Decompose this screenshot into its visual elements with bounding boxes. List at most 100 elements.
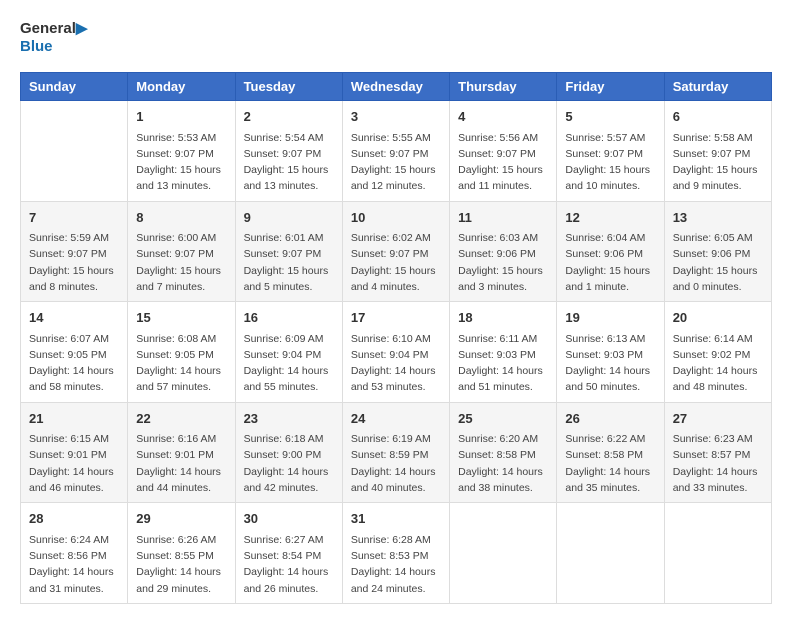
- col-header-monday: Monday: [128, 73, 235, 101]
- day-cell: 24Sunrise: 6:19 AMSunset: 8:59 PMDayligh…: [342, 402, 449, 503]
- day-cell: 15 Sunrise: 6:08 AMSunset: 9:05 PMDayligh…: [128, 302, 235, 403]
- day-cell: 8Sunrise: 6:00 AMSunset: 9:07 PMDaylight…: [128, 201, 235, 302]
- header-row: SundayMondayTuesdayWednesdayThursdayFrid…: [21, 73, 772, 101]
- day-number: 7: [29, 208, 119, 228]
- page-header: General▶ Blue: [20, 20, 772, 56]
- day-info: Sunrise: 6:01 AMSunset: 9:07 PMDaylight:…: [244, 230, 334, 295]
- day-cell: 31 Sunrise: 6:28 AMSunset: 8:53 PMDayligh…: [342, 503, 449, 604]
- day-cell: 25Sunrise: 6:20 AMSunset: 8:58 PMDayligh…: [450, 402, 557, 503]
- day-number: 12: [565, 208, 655, 228]
- day-cell: [664, 503, 771, 604]
- col-header-friday: Friday: [557, 73, 664, 101]
- day-info: Sunrise: 5:57 AMSunset: 9:07 PMDaylight:…: [565, 130, 655, 195]
- day-info: Sunrise: 5:55 AMSunset: 9:07 PMDaylight:…: [351, 130, 441, 195]
- day-number: 14: [29, 308, 119, 328]
- col-header-tuesday: Tuesday: [235, 73, 342, 101]
- day-cell: 11Sunrise: 6:03 AMSunset: 9:06 PMDayligh…: [450, 201, 557, 302]
- week-row-1: 1 Sunrise: 5:53 AMSunset: 9:07 PMDaylight…: [21, 101, 772, 202]
- logo-text: General▶ Blue: [20, 20, 87, 56]
- day-info: Sunrise: 6:02 AMSunset: 9:07 PMDaylight:…: [351, 230, 441, 295]
- day-cell: 22Sunrise: 6:16 AMSunset: 9:01 PMDayligh…: [128, 402, 235, 503]
- day-cell: [21, 101, 128, 202]
- day-info: Sunrise: 5:59 AMSunset: 9:07 PMDaylight:…: [29, 230, 119, 295]
- day-number: 3: [351, 107, 441, 127]
- day-cell: 12Sunrise: 6:04 AMSunset: 9:06 PMDayligh…: [557, 201, 664, 302]
- day-info: Sunrise: 5:54 AMSunset: 9:07 PMDaylight:…: [244, 130, 334, 195]
- day-number: 8: [136, 208, 226, 228]
- week-row-2: 7Sunrise: 5:59 AMSunset: 9:07 PMDaylight…: [21, 201, 772, 302]
- day-number: 24: [351, 409, 441, 429]
- day-info: Sunrise: 6:24 AMSunset: 8:56 PMDaylight:…: [29, 532, 119, 597]
- day-cell: 19Sunrise: 6:13 AMSunset: 9:03 PMDayligh…: [557, 302, 664, 403]
- day-number: 1: [136, 107, 226, 127]
- day-number: 26: [565, 409, 655, 429]
- day-info: Sunrise: 6:26 AMSunset: 8:55 PMDaylight:…: [136, 532, 226, 597]
- day-number: 2: [244, 107, 334, 127]
- day-info: Sunrise: 5:58 AMSunset: 9:07 PMDaylight:…: [673, 130, 763, 195]
- day-number: 17: [351, 308, 441, 328]
- col-header-sunday: Sunday: [21, 73, 128, 101]
- day-info: Sunrise: 6:13 AMSunset: 9:03 PMDaylight:…: [565, 331, 655, 396]
- day-cell: 29 Sunrise: 6:26 AMSunset: 8:55 PMDayligh…: [128, 503, 235, 604]
- day-number: 23: [244, 409, 334, 429]
- day-info: Sunrise: 6:00 AMSunset: 9:07 PMDaylight:…: [136, 230, 226, 295]
- day-number: 4: [458, 107, 548, 127]
- day-info: Sunrise: 6:19 AMSunset: 8:59 PMDaylight:…: [351, 431, 441, 496]
- day-cell: 10Sunrise: 6:02 AMSunset: 9:07 PMDayligh…: [342, 201, 449, 302]
- day-info: Sunrise: 6:15 AMSunset: 9:01 PMDaylight:…: [29, 431, 119, 496]
- day-number: 25: [458, 409, 548, 429]
- day-cell: 23Sunrise: 6:18 AMSunset: 9:00 PMDayligh…: [235, 402, 342, 503]
- day-number: 18: [458, 308, 548, 328]
- day-cell: 2 Sunrise: 5:54 AMSunset: 9:07 PMDaylight…: [235, 101, 342, 202]
- day-cell: 6 Sunrise: 5:58 AMSunset: 9:07 PMDaylight…: [664, 101, 771, 202]
- day-info: Sunrise: 6:08 AMSunset: 9:05 PMDaylight:…: [136, 331, 226, 396]
- week-row-4: 21Sunrise: 6:15 AMSunset: 9:01 PMDayligh…: [21, 402, 772, 503]
- col-header-saturday: Saturday: [664, 73, 771, 101]
- day-number: 13: [673, 208, 763, 228]
- day-number: 20: [673, 308, 763, 328]
- day-info: Sunrise: 6:18 AMSunset: 9:00 PMDaylight:…: [244, 431, 334, 496]
- day-cell: [450, 503, 557, 604]
- day-cell: 16Sunrise: 6:09 AMSunset: 9:04 PMDayligh…: [235, 302, 342, 403]
- day-cell: 26Sunrise: 6:22 AMSunset: 8:58 PMDayligh…: [557, 402, 664, 503]
- day-number: 28: [29, 509, 119, 529]
- day-number: 29: [136, 509, 226, 529]
- day-cell: 3 Sunrise: 5:55 AMSunset: 9:07 PMDaylight…: [342, 101, 449, 202]
- day-number: 10: [351, 208, 441, 228]
- day-cell: 28 Sunrise: 6:24 AMSunset: 8:56 PMDayligh…: [21, 503, 128, 604]
- week-row-3: 14Sunrise: 6:07 AMSunset: 9:05 PMDayligh…: [21, 302, 772, 403]
- day-cell: 7Sunrise: 5:59 AMSunset: 9:07 PMDaylight…: [21, 201, 128, 302]
- day-info: Sunrise: 6:20 AMSunset: 8:58 PMDaylight:…: [458, 431, 548, 496]
- week-row-5: 28 Sunrise: 6:24 AMSunset: 8:56 PMDayligh…: [21, 503, 772, 604]
- day-number: 22: [136, 409, 226, 429]
- day-cell: 5 Sunrise: 5:57 AMSunset: 9:07 PMDaylight…: [557, 101, 664, 202]
- day-cell: 21Sunrise: 6:15 AMSunset: 9:01 PMDayligh…: [21, 402, 128, 503]
- day-number: 16: [244, 308, 334, 328]
- day-cell: 30Sunrise: 6:27 AMSunset: 8:54 PMDayligh…: [235, 503, 342, 604]
- day-info: Sunrise: 6:04 AMSunset: 9:06 PMDaylight:…: [565, 230, 655, 295]
- day-number: 15: [136, 308, 226, 328]
- day-cell: 9Sunrise: 6:01 AMSunset: 9:07 PMDaylight…: [235, 201, 342, 302]
- day-cell: 20Sunrise: 6:14 AMSunset: 9:02 PMDayligh…: [664, 302, 771, 403]
- day-cell: 18 Sunrise: 6:11 AMSunset: 9:03 PMDayligh…: [450, 302, 557, 403]
- day-info: Sunrise: 6:22 AMSunset: 8:58 PMDaylight:…: [565, 431, 655, 496]
- day-cell: 27Sunrise: 6:23 AMSunset: 8:57 PMDayligh…: [664, 402, 771, 503]
- day-info: Sunrise: 6:11 AMSunset: 9:03 PMDaylight:…: [458, 331, 548, 396]
- day-cell: [557, 503, 664, 604]
- day-number: 31: [351, 509, 441, 529]
- day-number: 27: [673, 409, 763, 429]
- day-info: Sunrise: 5:56 AMSunset: 9:07 PMDaylight:…: [458, 130, 548, 195]
- day-number: 5: [565, 107, 655, 127]
- day-number: 11: [458, 208, 548, 228]
- day-info: Sunrise: 6:28 AMSunset: 8:53 PMDaylight:…: [351, 532, 441, 597]
- col-header-wednesday: Wednesday: [342, 73, 449, 101]
- calendar-table: SundayMondayTuesdayWednesdayThursdayFrid…: [20, 72, 772, 604]
- day-info: Sunrise: 5:53 AMSunset: 9:07 PMDaylight:…: [136, 130, 226, 195]
- day-info: Sunrise: 6:10 AMSunset: 9:04 PMDaylight:…: [351, 331, 441, 396]
- col-header-thursday: Thursday: [450, 73, 557, 101]
- day-cell: 17 Sunrise: 6:10 AMSunset: 9:04 PMDayligh…: [342, 302, 449, 403]
- day-number: 6: [673, 107, 763, 127]
- day-cell: 13Sunrise: 6:05 AMSunset: 9:06 PMDayligh…: [664, 201, 771, 302]
- day-cell: 4 Sunrise: 5:56 AMSunset: 9:07 PMDaylight…: [450, 101, 557, 202]
- day-number: 21: [29, 409, 119, 429]
